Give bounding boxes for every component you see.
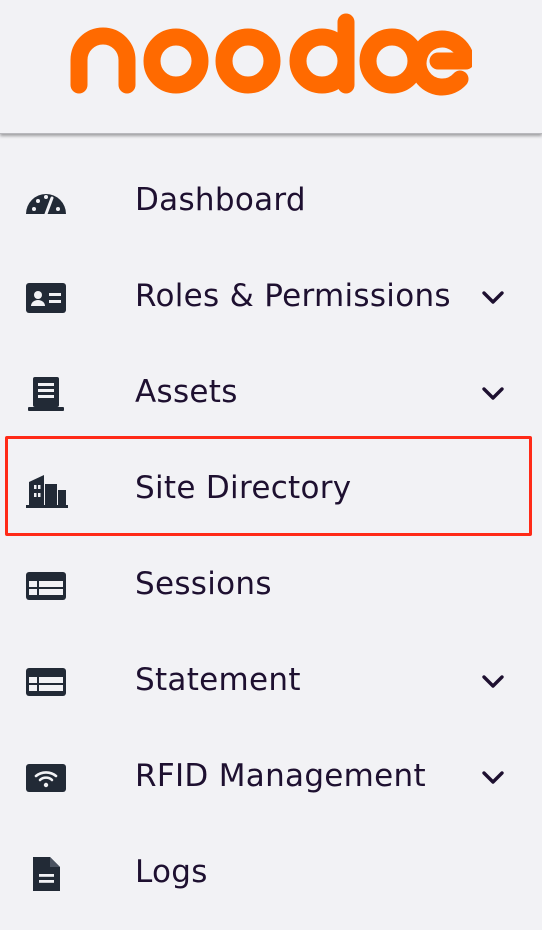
logo-graphic	[70, 13, 475, 96]
sidebar-item-roles-permissions[interactable]: Roles & Permissions	[0, 250, 542, 346]
sidebar-page: noodoe	[0, 0, 542, 930]
sidebar-header: noodoe	[0, 0, 542, 134]
sidebar-item-label: Statement	[135, 662, 301, 698]
sidebar-item-statement[interactable]: Statement	[0, 634, 542, 730]
rfid-wifi-icon	[24, 760, 68, 796]
sidebar-item-rfid-management[interactable]: RFID Management	[0, 730, 542, 826]
sidebar-item-label: Dashboard	[135, 182, 306, 218]
chevron-down-icon[interactable]	[480, 764, 506, 790]
document-icon	[24, 856, 68, 892]
sidebar-item-sessions[interactable]: Sessions	[0, 538, 542, 634]
sidebar-item-label: Sessions	[135, 566, 272, 602]
speedometer-icon	[24, 184, 68, 220]
table-list-icon	[24, 664, 68, 700]
sidebar-item-label: Roles & Permissions	[135, 278, 451, 314]
sidebar-item-label: Assets	[135, 374, 238, 410]
table-list-icon	[24, 568, 68, 604]
sidebar-item-label: Logs	[135, 854, 208, 890]
chevron-down-icon[interactable]	[480, 668, 506, 694]
sidebar-item-assets[interactable]: Assets	[0, 346, 542, 442]
sidebar-item-label: RFID Management	[135, 758, 426, 794]
buildings-icon	[24, 472, 68, 508]
sidebar-item-logs[interactable]: Logs	[0, 826, 542, 922]
sidebar-item-dashboard[interactable]: Dashboard	[0, 154, 542, 250]
sidebar-item-label: Site Directory	[135, 470, 352, 506]
chevron-down-icon[interactable]	[480, 380, 506, 406]
id-card-icon	[24, 280, 68, 316]
noodoe-logo[interactable]: noodoe	[66, 12, 475, 102]
sidebar-item-site-directory[interactable]: Site Directory	[0, 442, 542, 538]
sidebar-nav: Dashboard Roles & Permissions Assets Sit…	[0, 154, 542, 922]
charger-icon	[24, 376, 68, 412]
chevron-down-icon[interactable]	[480, 284, 506, 310]
